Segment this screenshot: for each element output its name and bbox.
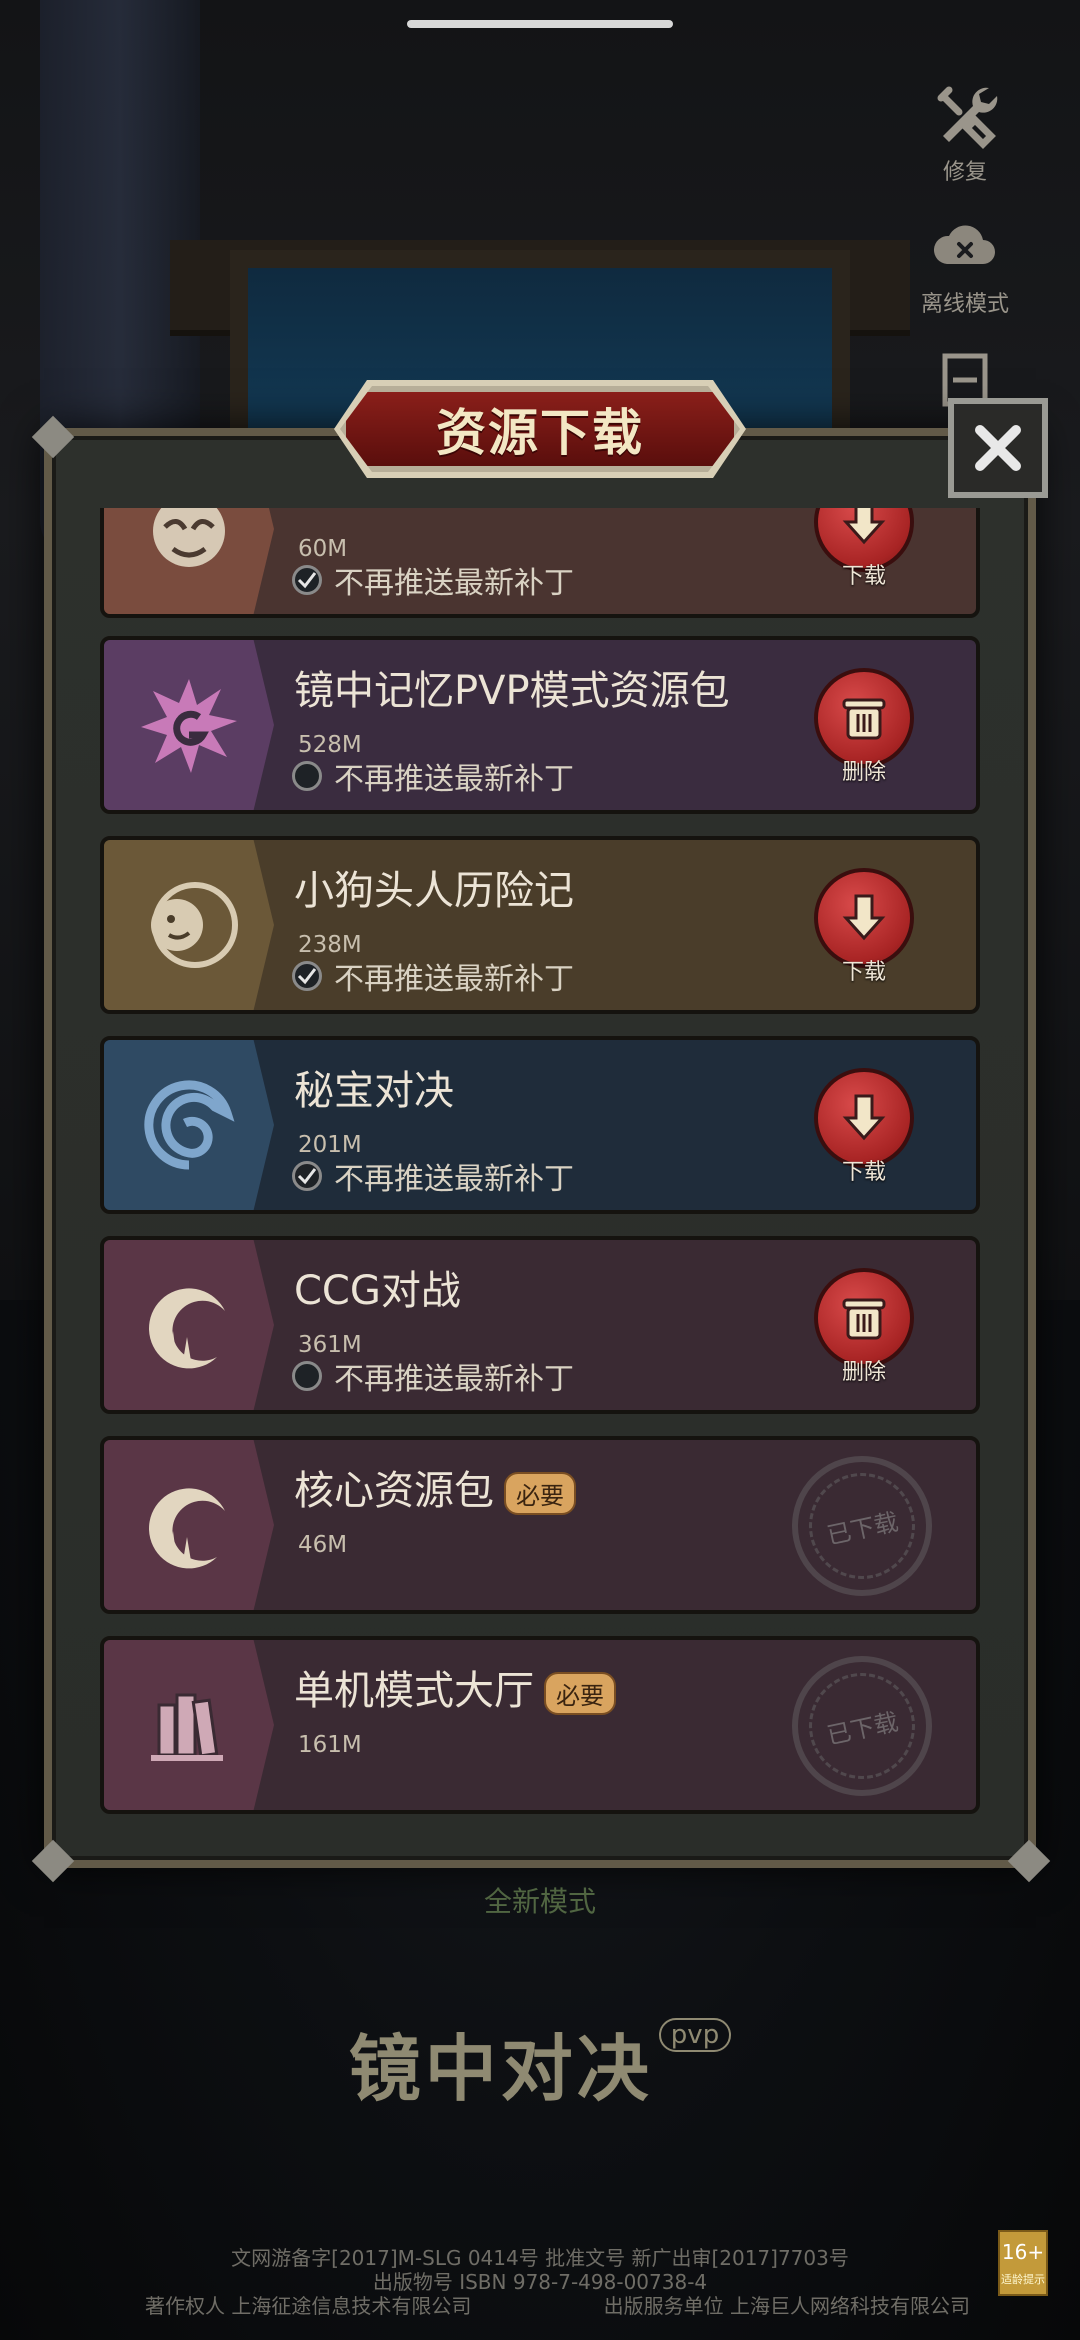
resource-card: 镜中记忆PVP模式资源包 528M 不再推送最新补丁 删除 — [100, 636, 980, 814]
kobold-face-icon — [104, 840, 274, 1010]
required-badge: 必要 — [544, 1671, 616, 1715]
push-toggle[interactable]: 不再推送最新补丁 — [292, 560, 574, 601]
home-indicator — [407, 20, 673, 28]
checkbox-unchecked[interactable] — [292, 1361, 322, 1391]
push-toggle[interactable]: 不再推送最新补丁 — [292, 756, 574, 797]
download-label: 下载 — [841, 564, 886, 589]
push-toggle[interactable]: 不再推送最新补丁 — [292, 1156, 574, 1197]
resource-name: CCG对战 — [294, 1268, 461, 1314]
resource-size: 46M — [298, 1532, 348, 1558]
checkbox-checked[interactable] — [292, 961, 322, 991]
legal-footer: 文网游备字[2017]M-SLG 0414号 批准文号 新广出审[2017]77… — [0, 2246, 1080, 2318]
push-label: 不再推送最新补丁 — [334, 566, 574, 601]
delete-label: 删除 — [841, 1360, 886, 1385]
download-arrow-icon — [842, 894, 886, 941]
download-label: 下载 — [841, 960, 886, 985]
resource-card: 60M 不再推送最新补丁 下载 — [100, 508, 980, 618]
books-icon — [104, 1640, 274, 1810]
close-icon — [975, 425, 1021, 471]
resource-list[interactable]: 60M 不再推送最新补丁 下载 镜中记忆PVP模式资源包 528M 不再推送最新… — [100, 508, 980, 1818]
resource-card: 单机模式大厅 必要 161M 已下载 — [100, 1636, 980, 1814]
repair-label: 修复 — [942, 160, 987, 185]
push-label: 不再推送最新补丁 — [334, 962, 574, 997]
checkbox-checked[interactable] — [292, 565, 322, 595]
isbn-line: 出版物号 ISBN 978-7-498-00738-4 — [372, 2270, 708, 2294]
downloaded-stamp: 已下载 — [778, 1642, 946, 1810]
delete-button[interactable]: 删除 — [804, 668, 924, 786]
download-arrow-icon — [842, 508, 886, 545]
download-arrow-icon — [842, 1094, 886, 1141]
download-label: 下载 — [841, 1160, 886, 1185]
crescent-tree-icon — [104, 1240, 274, 1410]
age-rating-badge[interactable]: 16+ 适龄提示 — [998, 2230, 1048, 2296]
push-label: 不再推送最新补丁 — [334, 1362, 574, 1397]
resource-name: 单机模式大厅 必要 — [294, 1658, 616, 1716]
download-button[interactable]: 下载 — [804, 1068, 924, 1186]
resource-card: 核心资源包 必要 46M 已下载 — [100, 1436, 980, 1614]
offline-mode-label: 离线模式 — [920, 292, 1009, 317]
resource-size: 161M — [298, 1732, 362, 1758]
resource-name: 核心资源包 必要 — [294, 1458, 576, 1516]
checkbox-checked[interactable] — [292, 1161, 322, 1191]
resource-card: 小狗头人历险记 238M 不再推送最新补丁 下载 — [100, 836, 980, 1014]
publisher-line: 著作权人 上海征途信息技术有限公司 出版服务单位 上海巨人网络科技有限公司 — [145, 2294, 970, 2318]
wrench-screwdriver-icon — [929, 78, 1001, 150]
dark-mask-icon — [104, 508, 274, 614]
resource-name: 秘宝对决 — [294, 1068, 454, 1114]
delete-label: 删除 — [841, 760, 886, 785]
resource-name: 小狗头人历险记 — [294, 868, 574, 914]
cloud-offline-icon — [929, 210, 1001, 282]
required-badge: 必要 — [504, 1471, 576, 1515]
crescent-tree-icon — [104, 1440, 274, 1610]
resource-name: 镜中记忆PVP模式资源包 — [294, 668, 730, 714]
offline-mode-button[interactable]: 离线模式 — [890, 210, 1040, 318]
checkbox-unchecked[interactable] — [292, 761, 322, 791]
screen: 修复 离线模式 资源下载 60M 不再推送最新补丁 下载 镜中记忆PVP模式资源… — [0, 0, 1080, 2340]
scan-button[interactable] — [890, 344, 1040, 407]
trash-icon — [842, 698, 886, 740]
resource-card: 秘宝对决 201M 不再推送最新补丁 下载 — [100, 1036, 980, 1214]
spiky-swirl-icon — [104, 640, 274, 810]
push-toggle[interactable]: 不再推送最新补丁 — [292, 1356, 574, 1397]
license-line: 文网游备字[2017]M-SLG 0414号 批准文号 新广出审[2017]77… — [231, 2246, 849, 2270]
pvp-badge: pvp — [658, 2018, 732, 2052]
downloaded-stamp: 已下载 — [778, 1442, 946, 1610]
push-label: 不再推送最新补丁 — [334, 762, 574, 797]
download-button[interactable]: 下载 — [804, 868, 924, 986]
close-button[interactable] — [948, 398, 1048, 498]
blue-swirl-icon — [104, 1040, 274, 1210]
title-banner: 资源下载 — [340, 386, 740, 472]
push-label: 不再推送最新补丁 — [334, 1162, 574, 1197]
new-mode-label: 全新模式 — [483, 1885, 596, 1918]
download-button[interactable]: 下载 — [804, 508, 924, 590]
dialog-title: 资源下载 — [436, 404, 644, 462]
trash-icon — [842, 1298, 886, 1340]
delete-button[interactable]: 删除 — [804, 1268, 924, 1386]
push-toggle[interactable]: 不再推送最新补丁 — [292, 956, 574, 997]
game-logo: 镜中对决 pvp — [0, 2010, 1080, 2115]
repair-button[interactable]: 修复 — [890, 78, 1040, 186]
resource-card: CCG对战 361M 不再推送最新补丁 删除 — [100, 1236, 980, 1414]
